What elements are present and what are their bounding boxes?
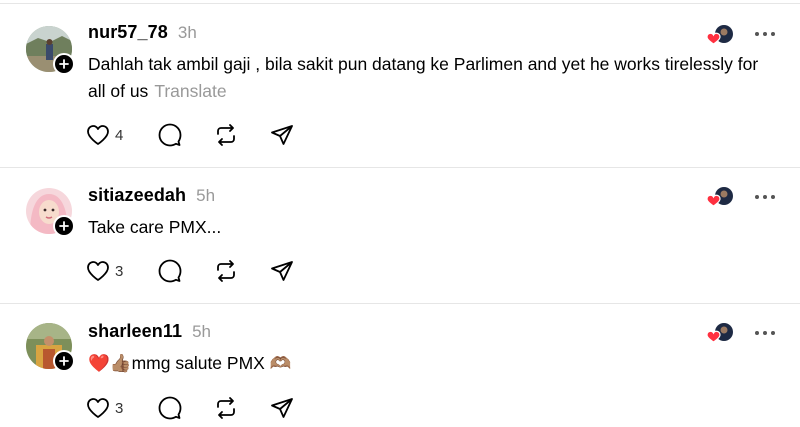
- post-text: Take care PMX...: [88, 214, 768, 241]
- username[interactable]: nur57_78: [88, 22, 168, 43]
- like-count: 3: [115, 399, 124, 417]
- follow-plus-icon[interactable]: [53, 215, 75, 237]
- follow-plus-icon[interactable]: [53, 53, 75, 75]
- share-button[interactable]: [270, 121, 294, 149]
- more-options-icon[interactable]: [752, 325, 778, 341]
- timestamp: 3h: [177, 23, 197, 42]
- like-button[interactable]: 4: [86, 121, 123, 149]
- repost-icon: [217, 260, 235, 282]
- reply-button[interactable]: [158, 121, 182, 149]
- author-liked-badge: [704, 186, 734, 208]
- timestamp: 5h: [192, 322, 211, 341]
- timestamp: 5h: [196, 186, 216, 205]
- avatar[interactable]: [26, 323, 75, 372]
- reply-button[interactable]: [158, 257, 182, 285]
- repost-button[interactable]: [214, 257, 238, 285]
- reply-button[interactable]: [158, 394, 182, 422]
- post-text: ❤️👍🏽mmg salute PMX 🫶🏽: [88, 350, 768, 378]
- repost-icon: [217, 124, 235, 146]
- reply-post: sharleen11 5h ❤️👍🏽mmg salute PMX 🫶🏽 3: [0, 304, 800, 427]
- repost-button[interactable]: [214, 121, 238, 149]
- post-text-content: mmg salute PMX: [131, 353, 265, 373]
- like-button[interactable]: 3: [86, 257, 123, 285]
- comment-icon: [158, 259, 182, 283]
- heart-icon: [87, 398, 109, 418]
- author-liked-badge: [704, 322, 734, 344]
- send-icon: [271, 398, 293, 418]
- post-text: Dahlah tak ambil gaji , bila sakit pun d…: [88, 51, 768, 105]
- heart-icon: [87, 261, 109, 281]
- avatar[interactable]: [26, 26, 75, 75]
- author-liked-badge: [704, 24, 734, 46]
- comment-icon: [158, 123, 182, 147]
- username[interactable]: sharleen11: [88, 321, 182, 342]
- reply-post: sitiazeedah 5h Take care PMX... 3: [0, 168, 800, 303]
- emoji-heart-hands: 🫶🏽: [269, 354, 292, 374]
- heart-icon: [87, 125, 109, 145]
- like-button[interactable]: 3: [86, 394, 123, 422]
- comment-icon: [158, 396, 182, 420]
- more-options-icon[interactable]: [752, 189, 778, 205]
- follow-plus-icon[interactable]: [53, 350, 75, 372]
- like-count: 3: [115, 262, 124, 280]
- username[interactable]: sitiazeedah: [88, 185, 186, 206]
- reply-post: nur57_78 3h Dahlah tak ambil gaji , bila…: [0, 0, 800, 167]
- repost-button[interactable]: [214, 394, 238, 422]
- post-text-content: Take care PMX...: [88, 217, 222, 237]
- like-count: 4: [115, 126, 124, 144]
- repost-icon: [217, 397, 235, 419]
- emoji-heart-thumbs: ❤️👍🏽: [88, 354, 132, 374]
- more-options-icon[interactable]: [752, 26, 778, 42]
- send-icon: [271, 261, 293, 281]
- avatar[interactable]: [26, 188, 75, 237]
- share-button[interactable]: [270, 394, 294, 422]
- translate-link[interactable]: Translate: [154, 81, 226, 101]
- send-icon: [271, 125, 293, 145]
- share-button[interactable]: [270, 257, 294, 285]
